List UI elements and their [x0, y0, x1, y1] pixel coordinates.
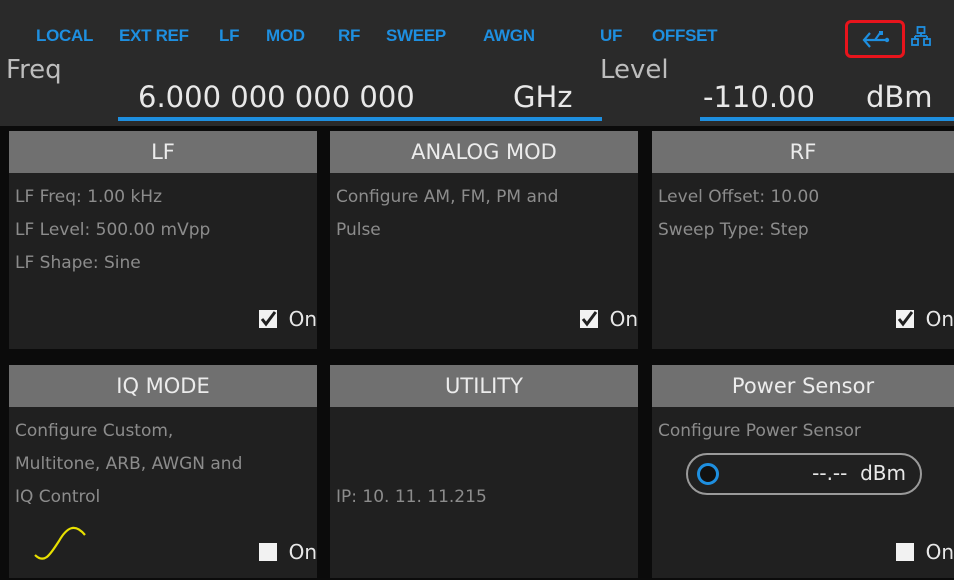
tile-utility[interactable]: UTILITY IP: 10. 11. 11.215 [330, 365, 638, 578]
tile-line: Multitone, ARB, AWGN and [15, 454, 243, 474]
status-sweep: SWEEP [386, 26, 446, 45]
tile-line: Configure Power Sensor [658, 421, 861, 441]
on-toggle[interactable]: On [895, 540, 954, 564]
tile-line: LF Level: 500.00 mVpp [15, 220, 211, 240]
on-toggle[interactable]: On [258, 307, 317, 331]
sine-wave-icon [34, 526, 86, 560]
tile-line: LF Freq: 1.00 kHz [15, 187, 162, 207]
checkbox-checked-icon[interactable] [258, 310, 277, 328]
tile-title: UTILITY [330, 365, 638, 407]
on-label: On [288, 307, 317, 331]
status-lf: LF [219, 26, 240, 45]
status-mod: MOD [266, 26, 305, 45]
checkbox-checked-icon[interactable] [579, 310, 598, 328]
status-local: LOCAL [36, 26, 94, 45]
tile-analog-mod[interactable]: ANALOG MOD Configure AM, FM, PM and Puls… [330, 131, 638, 349]
usb-icon [845, 20, 905, 58]
status-ext-ref: EXT REF [119, 26, 189, 45]
tile-lf[interactable]: LF LF Freq: 1.00 kHz LF Level: 500.00 mV… [9, 131, 317, 349]
tile-line: Pulse [336, 220, 381, 240]
checkbox-unchecked-icon[interactable] [258, 543, 277, 561]
status-offset: OFFSET [652, 26, 718, 45]
tile-line: Sweep Type: Step [658, 220, 809, 240]
level-value[interactable]: -110.00 [703, 80, 815, 114]
tile-line: IP: 10. 11. 11.215 [336, 487, 487, 507]
freq-unit: GHz [513, 80, 573, 114]
tile-title: RF [652, 131, 954, 173]
tile-line: LF Shape: Sine [15, 253, 141, 273]
tile-rf[interactable]: RF Level Offset: 10.00 Sweep Type: Step … [652, 131, 954, 349]
status-awgn: AWGN [483, 26, 535, 45]
on-toggle[interactable]: On [579, 307, 638, 331]
status-rf: RF [338, 26, 361, 45]
sensor-unit: dBm [860, 461, 906, 485]
sensor-value: --.-- [812, 461, 848, 485]
tile-iq-mode[interactable]: IQ MODE Configure Custom, Multitone, ARB… [9, 365, 317, 578]
freq-label: Freq [6, 55, 62, 85]
on-toggle[interactable]: On [895, 307, 954, 331]
power-sensor-readout[interactable]: --.-- dBm [686, 453, 922, 495]
level-unit: dBm [866, 80, 933, 114]
tile-body: Level Offset: 10.00 Sweep Type: Step [658, 181, 954, 247]
tile-title: Power Sensor [652, 365, 954, 407]
freq-underline [118, 117, 602, 121]
on-label: On [925, 540, 954, 564]
tile-body: Configure AM, FM, PM and Pulse [336, 181, 634, 247]
on-label: On [925, 307, 954, 331]
on-label: On [609, 307, 638, 331]
tile-power-sensor[interactable]: Power Sensor Configure Power Sensor --.-… [652, 365, 954, 578]
tile-title: LF [9, 131, 317, 173]
radio-button[interactable] [697, 463, 719, 485]
tile-body: LF Freq: 1.00 kHz LF Level: 500.00 mVpp … [15, 181, 313, 280]
tile-title: IQ MODE [9, 365, 317, 407]
level-underline [700, 117, 954, 121]
tile-line: Configure AM, FM, PM and [336, 187, 559, 207]
tile-line: IQ Control [15, 487, 101, 507]
tile-body: Configure Custom, Multitone, ARB, AWGN a… [15, 415, 313, 514]
top-bar: LOCAL EXT REF LF MOD RF SWEEP AWGN UF OF… [0, 0, 954, 126]
level-label: Level [600, 55, 669, 85]
tile-line: Configure Custom, [15, 421, 174, 441]
status-uf: UF [600, 26, 623, 45]
on-toggle[interactable]: On [258, 540, 317, 564]
on-label: On [288, 540, 317, 564]
sensor-reading: --.-- dBm [812, 461, 906, 485]
network-icon [911, 26, 931, 50]
tile-title: ANALOG MOD [330, 131, 638, 173]
tile-line: Level Offset: 10.00 [658, 187, 820, 207]
checkbox-unchecked-icon[interactable] [895, 543, 914, 561]
freq-value[interactable]: 6.000 000 000 000 [138, 80, 415, 114]
tile-body: IP: 10. 11. 11.215 [336, 415, 634, 580]
tile-body: Configure Power Sensor [658, 415, 954, 448]
checkbox-checked-icon[interactable] [895, 310, 914, 328]
